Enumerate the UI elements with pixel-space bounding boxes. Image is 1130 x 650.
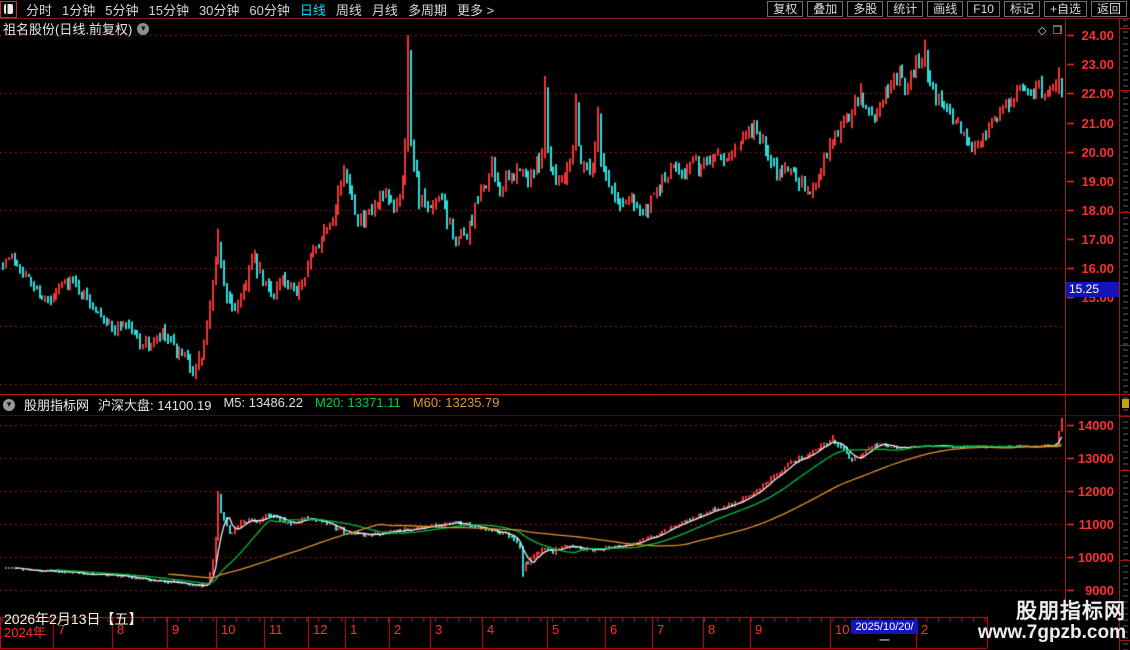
price-axis-label: 23.00 [1081, 57, 1114, 73]
layout-icon [4, 4, 13, 14]
timeframe-tab-5分钟[interactable]: 5分钟 [105, 0, 138, 19]
strip-marker [1122, 399, 1129, 408]
action-button-叠加[interactable]: 叠加 [807, 1, 844, 17]
chevron-down-circle-icon[interactable]: ▾ [137, 22, 150, 35]
timeframe-tab-更多 >[interactable]: 更多 > [457, 0, 494, 19]
timeframe-tab-60分钟[interactable]: 60分钟 [249, 0, 289, 19]
indicator-values: 沪深大盘: 14100.19 M5: 13486.22 M20: 13371.11 M… [98, 395, 499, 414]
timeframe-tab-周线[interactable]: 周线 [336, 0, 362, 19]
time-axis-label: 9 [755, 622, 763, 637]
timeframe-tab-日线[interactable]: 日线 [300, 0, 326, 19]
time-axis-label: 11 [269, 622, 283, 637]
symbol-title-row: 祖名股份(日线.前复权) ▾ [3, 19, 150, 38]
trading-app-window: 分时 1分钟 5分钟 15分钟 30分钟 60分钟 日线 周线 月线 多周期 更多 > 复权 叠加 多股… [0, 0, 1130, 650]
watermark-name: 股朋指标网 [1016, 599, 1126, 623]
time-axis-label: 7 [657, 622, 665, 637]
action-button-+自选[interactable]: +自选 [1043, 1, 1087, 17]
price-axis-label: 14000 [1077, 418, 1114, 433]
price-axis-label: 24.00 [1081, 28, 1114, 44]
strip-divider [1120, 28, 1130, 29]
action-button-统计[interactable]: 统计 [887, 1, 924, 17]
panel-toggle-icon[interactable] [0, 0, 17, 18]
indicator-item-沪深大盘: 沪深大盘: 14100.19 [98, 398, 212, 413]
indicator-source-label: 股朋指标网 [24, 398, 90, 413]
action-button-画线[interactable]: 画线 [927, 1, 964, 17]
page-title: 祖名股份(日线.前复权) [3, 22, 133, 37]
time-axis-label: 10 [835, 622, 850, 637]
cursor-price-readout: 15.25 [1066, 281, 1119, 297]
action-button-多股[interactable]: 多股 [847, 1, 884, 17]
timeframe-tab-多周期[interactable]: 多周期 [408, 0, 447, 19]
time-axis-label: 12 [313, 622, 328, 637]
strip-divider [1120, 470, 1130, 471]
top-toolbar: 分时 1分钟 5分钟 15分钟 30分钟 60分钟 日线 周线 月线 多周期 更多 > 复权 叠加 多股… [0, 0, 1130, 18]
chevron-down-circle-icon[interactable]: ▾ [3, 398, 15, 411]
strip-divider [1120, 560, 1130, 561]
price-axis-label: 10000 [1077, 550, 1114, 565]
time-axis-label: 4 [487, 622, 495, 637]
window-restore-icon[interactable]: ❐ [1052, 24, 1062, 37]
candlestick-charts-canvas[interactable] [0, 0, 1130, 650]
cursor-date-readout: 2025/10/20/一 [851, 620, 918, 647]
time-axis-label: 1 [350, 622, 358, 637]
indicator-row-divider [0, 415, 1130, 416]
timeframe-tab-30分钟[interactable]: 30分钟 [199, 0, 239, 19]
price-axis-label: 22.00 [1081, 86, 1114, 102]
time-axis-label: 9 [172, 622, 180, 637]
time-axis-label: 5 [552, 622, 560, 637]
action-button-复权[interactable]: 复权 [767, 1, 804, 17]
current-date-label: 2026年2月13日【五】 [4, 611, 143, 627]
chart-corner-tools: ◇ ❐ [1038, 24, 1062, 37]
price-axis-label: 17.00 [1081, 231, 1114, 247]
price-axis-label: 11000 [1078, 517, 1114, 532]
toolbar-divider [0, 18, 1130, 19]
time-axis-label: 10 [221, 622, 236, 637]
timeframe-tab-15分钟[interactable]: 15分钟 [148, 0, 188, 19]
price-axis-label: 9000 [1085, 583, 1114, 598]
timeframe-tab-分时[interactable]: 分时 [26, 0, 52, 19]
time-axis-label: 2 [394, 622, 402, 637]
price-axis-label: 18.00 [1081, 202, 1114, 218]
indicator-item-M60: M60: 13235.79 [412, 395, 500, 410]
time-axis-label: 8 [708, 622, 716, 637]
indicator-bar: ▾ 股朋指标网 沪深大盘: 14100.19 M5: 13486.22 M20: 1… [3, 395, 500, 414]
action-button-F10[interactable]: F10 [967, 1, 1000, 17]
strip-divider [1120, 345, 1130, 346]
timeframe-tab-月线[interactable]: 月线 [372, 0, 398, 19]
price-axis-label: 13000 [1077, 451, 1114, 466]
action-button-返回[interactable]: 返回 [1090, 1, 1127, 17]
strip-divider [1120, 212, 1130, 213]
site-watermark: 股朋指标网 www.7gpzb.com [977, 599, 1126, 644]
watermark-url: www.7gpzb.com [977, 622, 1126, 644]
strip-divider [1120, 90, 1130, 91]
indicator-item-M5: M5: 13486.22 [223, 395, 303, 410]
time-axis-label: 3 [435, 622, 443, 637]
timeframe-tabs: 分时 1分钟 5分钟 15分钟 30分钟 60分钟 日线 周线 月线 多周期 更多 > [21, 0, 499, 19]
strip-divider [1120, 416, 1130, 417]
timeframe-tab-1分钟[interactable]: 1分钟 [62, 0, 95, 19]
right-edge-strip[interactable] [1119, 19, 1130, 650]
indicator-item-M20: M20: 13371.11 [314, 395, 401, 410]
price-axis-label: 12000 [1077, 484, 1114, 499]
price-axis-label: 16.00 [1081, 261, 1114, 276]
price-axis-label: 20.00 [1081, 144, 1114, 160]
diamond-icon[interactable]: ◇ [1038, 24, 1046, 37]
action-button-标记[interactable]: 标记 [1003, 1, 1040, 17]
time-axis-label: 2 [921, 622, 929, 637]
time-axis-label: 6 [610, 622, 618, 637]
price-axis-label: 19.00 [1081, 173, 1114, 189]
price-axis-label: 21.00 [1081, 115, 1114, 131]
strip-divider [1120, 394, 1130, 395]
toolbar-actions: 复权 叠加 多股 统计 画线 F10 标记 +自选 返回 [767, 1, 1130, 17]
